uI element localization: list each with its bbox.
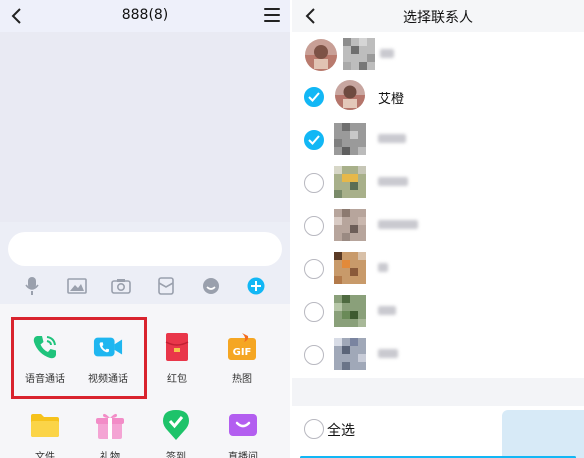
- checkbox-unchecked[interactable]: [304, 259, 324, 279]
- checkbox-unchecked[interactable]: [304, 216, 324, 236]
- checkin-label: 签到: [166, 452, 186, 458]
- red-packet-label: 红包: [167, 374, 187, 385]
- message-area: [0, 32, 290, 222]
- blurred-name: [378, 306, 396, 315]
- select-header: 选择联系人: [292, 0, 584, 32]
- gif-label: 热图: [232, 374, 252, 385]
- confirm-button[interactable]: [502, 410, 584, 458]
- blurred-avatar: [334, 338, 366, 370]
- blurred-name: [380, 49, 394, 58]
- file-label: 文件: [35, 452, 55, 458]
- red-packet-button[interactable]: 红包: [147, 332, 207, 385]
- select-contacts-screen: 选择联系人 艾橙 全选: [292, 0, 584, 458]
- contact-row[interactable]: [292, 162, 584, 204]
- contact-row[interactable]: [292, 334, 584, 376]
- blurred-avatar: [343, 38, 375, 70]
- checkin-icon: [161, 410, 191, 440]
- blurred-avatar: [334, 166, 366, 198]
- select-all-label[interactable]: 全选: [327, 420, 355, 440]
- camera-icon[interactable]: [109, 274, 133, 298]
- live-room-button[interactable]: 直播间: [213, 410, 273, 458]
- folder-icon: [30, 410, 60, 440]
- list-end-spacer: [292, 378, 584, 406]
- gif-button[interactable]: GIF 热图: [212, 332, 272, 385]
- blurred-name: [378, 263, 388, 272]
- contact-row[interactable]: [292, 119, 584, 161]
- group-chat-screen: 888(8) 语音通话 视频通话 红包 GIF 热图 文件 礼物 签到 直播间: [0, 0, 290, 458]
- file-button[interactable]: 文件: [15, 410, 75, 458]
- live-room-label: 直播间: [228, 452, 258, 458]
- contact-row[interactable]: 艾橙: [292, 76, 584, 118]
- avatar: [335, 80, 365, 110]
- blurred-name: [378, 134, 406, 143]
- select-title: 选择联系人: [403, 10, 473, 26]
- svg-text:GIF: GIF: [233, 347, 252, 358]
- contact-row[interactable]: [292, 291, 584, 333]
- message-input[interactable]: [8, 232, 282, 266]
- gift-button[interactable]: 礼物: [80, 410, 140, 458]
- blurred-avatar: [334, 252, 366, 284]
- menu-icon[interactable]: [264, 8, 280, 22]
- emoji-icon[interactable]: [199, 274, 223, 298]
- live-room-icon: [228, 410, 258, 440]
- gift-icon: [95, 410, 125, 440]
- highlight-box: [11, 317, 147, 399]
- chat-header: 888(8): [0, 0, 290, 32]
- microphone-icon[interactable]: [20, 274, 44, 298]
- checkbox-unchecked[interactable]: [304, 302, 324, 322]
- red-packet-tool-icon[interactable]: [154, 274, 178, 298]
- input-toolbar: [0, 274, 290, 298]
- blurred-avatar: [334, 209, 366, 241]
- contact-row[interactable]: [292, 34, 584, 76]
- gift-label: 礼物: [100, 452, 120, 458]
- avatar: [305, 39, 337, 71]
- select-all-checkbox[interactable]: [304, 419, 324, 439]
- select-footer: 全选: [292, 406, 584, 458]
- blurred-name: [378, 177, 408, 186]
- input-zone: [0, 222, 290, 304]
- checkbox-checked[interactable]: [304, 130, 324, 150]
- image-icon[interactable]: [65, 274, 89, 298]
- checkin-button[interactable]: 签到: [146, 410, 206, 458]
- chat-title: 888(8): [121, 7, 169, 23]
- contact-row[interactable]: [292, 205, 584, 247]
- contact-row[interactable]: [292, 248, 584, 290]
- blurred-name: [378, 349, 398, 358]
- blurred-avatar: [334, 295, 366, 327]
- blurred-name: [378, 220, 418, 229]
- checkbox-unchecked[interactable]: [304, 173, 324, 193]
- checkbox-unchecked[interactable]: [304, 345, 324, 365]
- contact-name: 艾橙: [378, 92, 405, 107]
- checkbox-checked[interactable]: [304, 87, 324, 107]
- blurred-avatar: [334, 123, 366, 155]
- red-packet-icon: [162, 332, 192, 362]
- gif-icon: GIF: [227, 332, 257, 362]
- plus-icon[interactable]: [244, 274, 268, 298]
